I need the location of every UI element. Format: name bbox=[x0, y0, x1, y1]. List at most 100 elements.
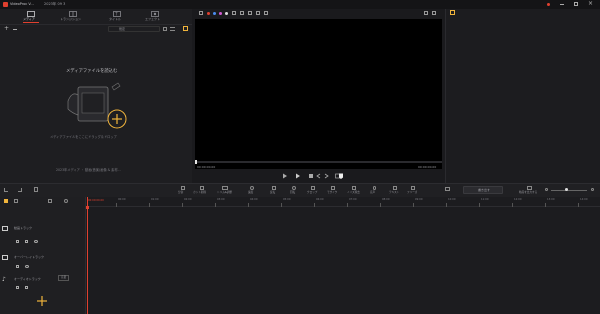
preview-panel: 00:00:00.00 00:00:00.00 bbox=[192, 9, 445, 183]
tool-audio[interactable]: 音声 bbox=[368, 184, 382, 197]
render-video-button[interactable]: 動画を出力する bbox=[518, 184, 542, 197]
fullscreen-icon[interactable] bbox=[424, 11, 428, 15]
volume-icon[interactable] bbox=[432, 11, 436, 15]
tab-media[interactable]: メディア bbox=[14, 9, 48, 23]
tool-speed[interactable]: 速度 bbox=[246, 184, 260, 197]
app-menu-button[interactable] bbox=[36, 2, 42, 7]
volume-badge[interactable]: 音量 bbox=[58, 275, 70, 281]
timeline-area[interactable]: 00:00:00.00 00:00 01:00 02:00 03:00 04:00 05:… bbox=[86, 197, 600, 314]
lock-icon[interactable] bbox=[16, 240, 19, 243]
properties-toggle-icon[interactable] bbox=[450, 10, 455, 15]
sort-select[interactable]: 既定 bbox=[108, 26, 160, 32]
undo-icon[interactable] bbox=[4, 188, 8, 192]
zoom-out-icon[interactable] bbox=[545, 188, 548, 191]
lock-tool-icon[interactable] bbox=[256, 11, 260, 15]
play-icon[interactable] bbox=[295, 173, 301, 179]
crop-tool-icon[interactable] bbox=[232, 11, 236, 15]
timeline-toolbar: 分割 カット削除 トリム&調整 速度 反転 回転 クロップ モザイク ノイズ除去… bbox=[0, 183, 600, 197]
tool-mosaic[interactable]: モザイク bbox=[326, 184, 342, 197]
color-pink-icon[interactable] bbox=[219, 12, 222, 15]
track-header-video[interactable]: 動画トラック bbox=[0, 217, 86, 247]
visibility-icon[interactable] bbox=[34, 240, 38, 243]
timeline-settings-icon[interactable] bbox=[4, 199, 8, 203]
time-ruler[interactable]: 00:00:00.00 00:00 01:00 02:00 03:00 04:00 05:… bbox=[86, 197, 600, 207]
tool-cut[interactable]: カット削除 bbox=[192, 184, 214, 197]
tool-label: ノイズ除去 bbox=[347, 191, 360, 194]
panel-collapse-icon[interactable] bbox=[183, 26, 188, 31]
tool-denoise[interactable]: ノイズ除去 bbox=[346, 184, 364, 197]
camera-tool-icon[interactable] bbox=[264, 11, 268, 15]
color-red-icon[interactable] bbox=[207, 12, 210, 15]
maximize-button[interactable] bbox=[574, 2, 578, 6]
ruler-tick-label: 07:00 bbox=[349, 198, 357, 201]
tool-reverse[interactable]: 反転 bbox=[268, 184, 282, 197]
lock-icon[interactable] bbox=[16, 265, 19, 268]
mute-icon[interactable] bbox=[25, 240, 28, 243]
minimize-button[interactable] bbox=[560, 4, 564, 5]
playhead[interactable] bbox=[87, 197, 88, 314]
crop-icon bbox=[311, 186, 315, 190]
stop-icon[interactable] bbox=[308, 173, 314, 179]
video-track-lane[interactable] bbox=[89, 217, 600, 247]
video-preview-canvas[interactable] bbox=[195, 19, 442, 169]
add-track-icon[interactable] bbox=[37, 296, 47, 306]
step-forward-icon[interactable] bbox=[323, 173, 329, 179]
track-header-overlay[interactable]: オーバーレイトラック bbox=[0, 252, 86, 272]
zoom-in-icon[interactable] bbox=[591, 188, 594, 191]
snap-icon[interactable] bbox=[14, 199, 18, 203]
tab-effect[interactable]: エフェクト bbox=[138, 9, 172, 23]
video-track-icon bbox=[2, 226, 8, 231]
close-button[interactable]: × bbox=[588, 1, 593, 7]
color-white-icon[interactable] bbox=[225, 12, 228, 15]
select-tool-icon[interactable] bbox=[199, 11, 203, 15]
ruler-tick-label: 14:00 bbox=[580, 198, 588, 201]
marker-icon[interactable] bbox=[338, 173, 344, 179]
tool-split[interactable]: 分割 bbox=[176, 184, 190, 197]
text-tool-icon[interactable] bbox=[240, 11, 244, 15]
ruler-tick bbox=[413, 203, 414, 207]
export-button[interactable]: 書き出す bbox=[463, 186, 503, 194]
track-name: オーバーレイトラック bbox=[14, 255, 44, 259]
media-library-footer[interactable]: 2023年メディア ・ 動画(音楽)画像 & 素材... bbox=[56, 168, 121, 172]
import-media-dropzone[interactable] bbox=[60, 81, 134, 131]
snapshot-timeline-icon[interactable] bbox=[445, 187, 450, 191]
tool-rotate[interactable]: 回転 bbox=[288, 184, 302, 197]
tool-trim[interactable]: トリム&調整 bbox=[216, 184, 240, 197]
zoom-track bbox=[551, 190, 587, 191]
track-headers: 動画トラック オーバーレイトラック ♪ オーディオトラック 音量 bbox=[0, 197, 86, 314]
ruler-tick-label: 06:00 bbox=[316, 198, 324, 201]
tool-crop[interactable]: クロップ bbox=[306, 184, 322, 197]
record-dot-icon[interactable] bbox=[547, 3, 550, 6]
track-header-audio[interactable]: ♪ オーディオトラック 音量 bbox=[0, 274, 86, 294]
mute-icon[interactable] bbox=[25, 286, 28, 289]
delete-icon[interactable] bbox=[34, 187, 38, 192]
magnet-icon[interactable] bbox=[64, 199, 68, 203]
tool-freeze[interactable]: フリーズ bbox=[406, 184, 422, 197]
grid-view-icon[interactable] bbox=[163, 27, 167, 31]
audio-track-lane[interactable] bbox=[89, 274, 600, 294]
zoom-slider[interactable] bbox=[545, 188, 595, 192]
lock-icon[interactable] bbox=[16, 286, 19, 289]
link-icon[interactable] bbox=[48, 199, 52, 203]
mosaic-tool-icon[interactable] bbox=[248, 11, 252, 15]
previous-frame-icon[interactable] bbox=[282, 173, 288, 179]
color-blue-icon[interactable] bbox=[213, 12, 216, 15]
list-view-icon[interactable] bbox=[170, 27, 175, 31]
tab-title[interactable]: T タイトル bbox=[100, 9, 134, 23]
sort-label: 既定 bbox=[119, 27, 126, 31]
remove-media-button[interactable] bbox=[13, 29, 17, 30]
ruler-tick bbox=[215, 203, 216, 207]
playhead-handle[interactable] bbox=[86, 206, 89, 209]
ruler-tick bbox=[149, 203, 150, 207]
tool-text[interactable]: テキスト bbox=[388, 184, 404, 197]
zoom-handle[interactable] bbox=[565, 188, 568, 191]
preview-scrubber[interactable] bbox=[195, 160, 442, 164]
redo-icon[interactable] bbox=[18, 188, 22, 192]
ruler-tick-label: 04:00 bbox=[250, 198, 258, 201]
visibility-icon[interactable] bbox=[25, 265, 29, 268]
overlay-track-lane[interactable] bbox=[89, 252, 600, 272]
tab-transition[interactable]: トランジション bbox=[56, 9, 90, 23]
step-back-icon[interactable] bbox=[316, 173, 322, 179]
add-media-button[interactable]: + bbox=[4, 26, 9, 32]
scrubber-handle[interactable] bbox=[195, 160, 197, 164]
